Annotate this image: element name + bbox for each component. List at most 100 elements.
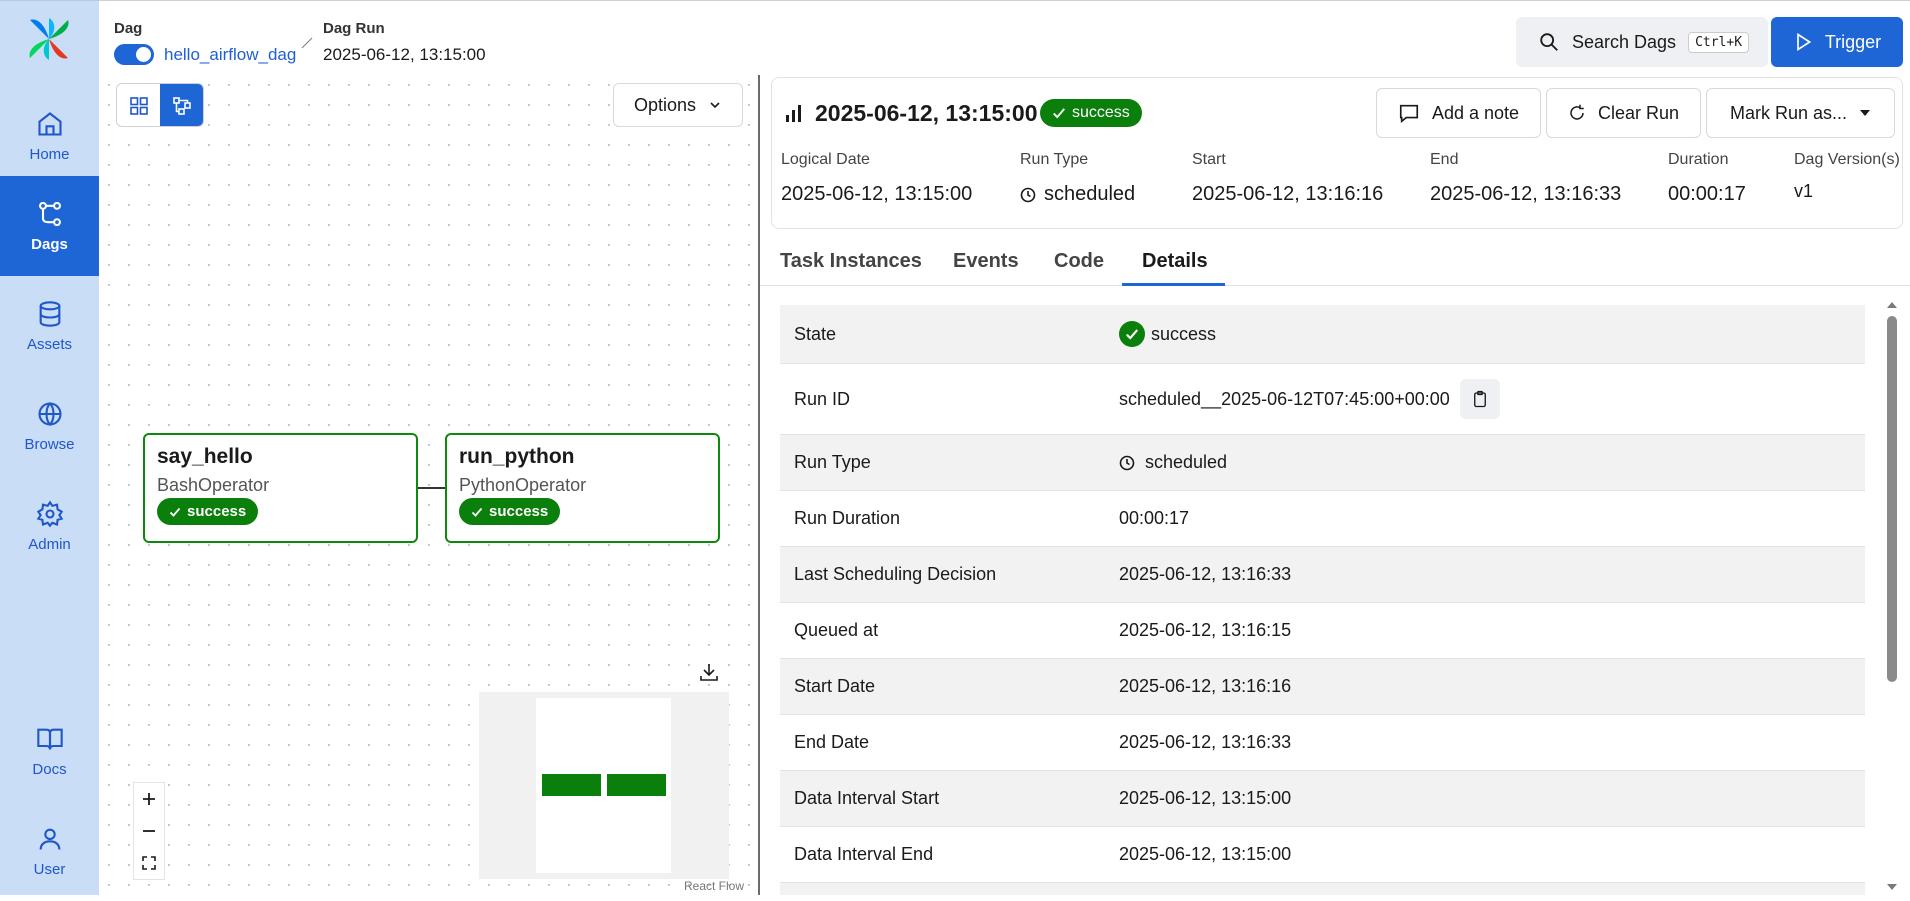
comment-icon (1399, 104, 1419, 123)
details-key: Queued at (794, 620, 879, 640)
options-button[interactable]: Options (613, 83, 743, 127)
details-value: 2025-06-12, 13:15:00 (1119, 788, 1292, 808)
details-value: 2025-06-12, 13:16:33 (1119, 732, 1292, 752)
breadcrumb-dag-label: Dag (114, 20, 143, 37)
tab-details[interactable]: Details (1142, 250, 1208, 273)
breadcrumb-dag-link[interactable]: hello_airflow_dag (164, 45, 296, 65)
details-value: scheduled__2025-06-12T07:45:00+00:00 (1119, 379, 1500, 419)
details-row-run-duration: Run Duration 00:00:17 (780, 491, 1865, 547)
run-type-value: scheduled (1020, 183, 1135, 206)
details-key: Data Interval Start (794, 788, 940, 808)
add-note-button[interactable]: Add a note (1376, 88, 1541, 138)
details-row-end-date: End Date 2025-06-12, 13:16:33 (780, 715, 1865, 771)
trigger-label: Trigger (1824, 31, 1882, 52)
sidebar-item-label: Docs (32, 760, 67, 778)
task-node-say-hello[interactable]: say_hello BashOperator success (143, 433, 418, 543)
search-dags-label: Search Dags (1572, 31, 1677, 52)
tabs-border (760, 285, 1910, 286)
details-value: 00:00:17 (1119, 508, 1190, 528)
details-value: scheduled (1119, 452, 1227, 473)
sidebar: Home Dags Assets Browse Admin Docs User (0, 0, 99, 895)
tab-events[interactable]: Events (953, 250, 1019, 273)
minimap-node (542, 774, 601, 796)
tab-task-instances[interactable]: Task Instances (780, 250, 922, 273)
details-value: 2025-06-12, 13:15:00 (1119, 844, 1292, 864)
clipboard-icon (1473, 390, 1486, 408)
task-node-run-python[interactable]: run_python PythonOperator success (445, 433, 720, 543)
options-label: Options (633, 94, 697, 115)
details-key: Run Duration (794, 508, 901, 528)
home-icon (37, 111, 62, 136)
plus-icon (143, 793, 155, 805)
task-operator: BashOperator (157, 475, 270, 495)
start-label: Start (1192, 151, 1226, 168)
sidebar-item-admin[interactable]: Admin (0, 476, 99, 576)
zoom-in-button[interactable] (134, 783, 164, 815)
dags-icon (38, 201, 61, 226)
search-dags-button[interactable]: Search Dags Ctrl+K (1516, 17, 1768, 67)
grid-icon (129, 97, 148, 115)
sidebar-item-label: Dags (31, 235, 68, 253)
minimap[interactable] (479, 692, 729, 879)
details-key: State (794, 323, 837, 344)
graph-view-button[interactable] (160, 84, 203, 126)
sidebar-item-home[interactable]: Home (0, 86, 99, 186)
task-state-label: success (187, 503, 247, 520)
sidebar-item-label: Assets (26, 335, 72, 353)
end-label: End (1430, 151, 1459, 168)
scroll-up-arrow[interactable] (1884, 298, 1900, 312)
details-key: Data Interval End (794, 844, 934, 864)
copy-button[interactable] (1459, 379, 1500, 419)
scrollbar-thumb[interactable] (1887, 316, 1897, 682)
scroll-down-arrow[interactable] (1884, 880, 1900, 894)
zoom-out-button[interactable] (134, 815, 164, 847)
end-value: 2025-06-12, 13:16:33 (1430, 183, 1622, 205)
details-row-start-date: Start Date 2025-06-12, 13:16:16 (780, 659, 1865, 715)
mark-run-as-button[interactable]: Mark Run as... (1706, 88, 1895, 138)
details-row-partial (780, 883, 1865, 895)
minimap-node (607, 774, 666, 796)
breadcrumb-run-label: Dag Run (323, 20, 385, 37)
details-key: Last Scheduling Decision (794, 564, 997, 584)
sidebar-item-docs[interactable]: Docs (0, 701, 99, 801)
react-flow-attribution[interactable]: React Flow (684, 879, 744, 893)
dag-version-label: Dag Version(s) (1794, 151, 1900, 168)
breadcrumb-separator (300, 36, 314, 50)
check-icon (1053, 108, 1065, 119)
download-icon[interactable] (698, 661, 720, 683)
sidebar-item-label: Browse (24, 435, 75, 453)
user-icon (39, 828, 60, 850)
details-row-last-scheduling: Last Scheduling Decision 2025-06-12, 13:… (780, 547, 1865, 603)
tab-code[interactable]: Code (1054, 250, 1104, 273)
panel-divider[interactable] (758, 75, 760, 895)
sidebar-item-label: Admin (28, 535, 71, 553)
fit-view-button[interactable] (134, 847, 164, 879)
sidebar-item-label: Home (29, 145, 70, 163)
grid-view-button[interactable] (117, 84, 160, 126)
run-type-text: scheduled (1044, 183, 1136, 205)
refresh-icon (1570, 104, 1584, 120)
search-icon (1540, 33, 1558, 51)
run-state-badge: success (1040, 99, 1142, 127)
sidebar-item-label: User (33, 860, 66, 878)
globe-icon (37, 401, 62, 426)
trigger-button[interactable]: Trigger (1771, 17, 1903, 67)
check-icon (471, 507, 483, 517)
airflow-logo[interactable] (26, 16, 72, 62)
run-state-label: success (1072, 104, 1130, 121)
details-scrollbar[interactable] (1884, 298, 1900, 895)
logical-date-label: Logical Date (781, 151, 870, 168)
task-state-badge: success (157, 498, 259, 525)
gear-icon (36, 499, 63, 527)
details-row-data-interval-start: Data Interval Start 2025-06-12, 13:15:00 (780, 771, 1865, 827)
view-toggle (116, 83, 204, 127)
sidebar-item-browse[interactable]: Browse (0, 376, 99, 476)
sidebar-item-user[interactable]: User (0, 801, 99, 901)
header-border (99, 0, 1910, 1)
clear-run-button[interactable]: Clear Run (1546, 88, 1701, 138)
dag-pause-toggle[interactable] (114, 44, 154, 65)
sidebar-item-dags[interactable]: Dags (0, 176, 99, 276)
duration-value: 00:00:17 (1668, 183, 1746, 205)
fullscreen-icon (142, 856, 156, 870)
sidebar-item-assets[interactable]: Assets (0, 276, 99, 376)
